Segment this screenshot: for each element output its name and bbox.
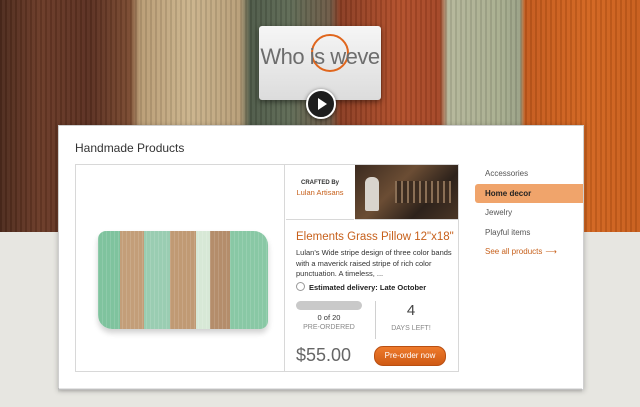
sidebar-item-accessories[interactable]: Accessories	[475, 164, 583, 184]
days-left-label: DAYS LEFT!	[391, 325, 431, 332]
category-sidebar: Accessories Home decor Jewelry Playful i…	[475, 164, 583, 262]
delivery-text: Estimated delivery: Late October	[309, 283, 427, 292]
product-card: CRAFTED By Lulan Artisans Elements Grass…	[75, 164, 459, 372]
preorder-progress-bar	[296, 301, 362, 310]
logo-text: Who is weve	[260, 44, 380, 69]
crafted-by-block: CRAFTED By Lulan Artisans	[286, 165, 354, 220]
see-all-products-link[interactable]: See all products ⟶	[475, 242, 583, 262]
delivery-estimate: Estimated delivery: Late October	[296, 282, 426, 292]
days-left-number: 4	[406, 302, 416, 319]
arrow-right-icon: ⟶	[545, 247, 557, 256]
maker-link[interactable]: Lulan Artisans	[286, 188, 354, 197]
clock-icon	[296, 282, 305, 291]
product-image-area[interactable]	[76, 165, 285, 371]
product-title-link[interactable]: Elements Grass Pillow 12"x18"	[296, 231, 454, 243]
artisan-photo[interactable]	[355, 165, 458, 220]
preorder-progress: 0 of 20 PRE-ORDERED	[296, 301, 362, 331]
see-all-label: See all products	[485, 247, 543, 256]
artisan-figure	[365, 177, 379, 211]
handmade-products-panel: Handmade Products CRAFTED By Lulan Artis…	[58, 125, 584, 390]
product-description: Lulan's Wide stripe design of three colo…	[296, 248, 452, 278]
section-title: Handmade Products	[75, 141, 185, 155]
product-price: $55.00	[296, 345, 352, 365]
crafted-by-label: CRAFTED By	[300, 180, 339, 186]
preorder-button[interactable]: Pre-order now	[374, 346, 446, 366]
sidebar-item-playful-items[interactable]: Playful items	[475, 223, 583, 243]
sidebar-item-home-decor[interactable]: Home decor	[475, 183, 583, 203]
sidebar-item-jewelry[interactable]: Jewelry	[475, 203, 583, 223]
panel-shadow	[58, 388, 582, 393]
preordered-label: PRE-ORDERED	[303, 324, 355, 331]
loom-graphic	[395, 181, 451, 203]
play-icon[interactable]	[306, 89, 336, 119]
preordered-count: 0 of 20	[317, 313, 341, 322]
pillow-product-image[interactable]	[98, 231, 268, 329]
